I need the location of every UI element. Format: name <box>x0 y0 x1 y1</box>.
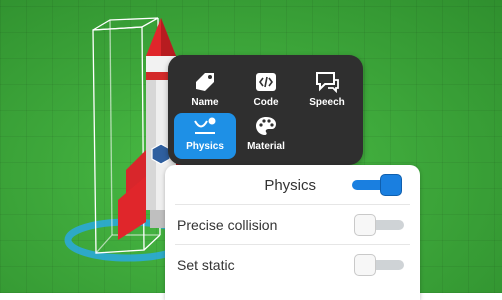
code-icon <box>253 71 279 93</box>
menu-item-label: Name <box>191 97 219 108</box>
panel-header: Physics <box>165 165 420 205</box>
set-static-toggle[interactable] <box>354 254 404 276</box>
precise-collision-row: Precise collision <box>165 205 420 245</box>
context-menu: Name Code Speech Physics Material <box>168 55 363 165</box>
menu-item-code[interactable]: Code <box>235 69 297 115</box>
menu-item-material[interactable]: Material <box>235 113 297 159</box>
menu-item-name[interactable]: Name <box>174 69 236 115</box>
row-label: Precise collision <box>177 217 278 233</box>
panel-title: Physics <box>264 176 316 194</box>
toggle-knob <box>354 214 376 236</box>
physics-toggle[interactable] <box>352 174 402 196</box>
toggle-knob <box>354 254 376 276</box>
menu-item-label: Material <box>247 141 285 152</box>
menu-item-label: Code <box>253 97 279 108</box>
menu-item-label: Speech <box>309 97 345 108</box>
palette-icon <box>253 115 279 137</box>
row-label: Set static <box>177 257 235 273</box>
tag-icon <box>192 71 218 93</box>
toggle-knob <box>380 174 402 196</box>
menu-item-label: Physics <box>186 141 224 152</box>
physics-icon <box>192 115 218 137</box>
set-static-row: Set static <box>165 245 420 285</box>
menu-item-physics[interactable]: Physics <box>174 113 236 159</box>
speech-bubble-icon <box>314 71 340 93</box>
physics-panel: Physics Precise collision Set static <box>165 165 420 300</box>
menu-item-speech[interactable]: Speech <box>296 69 358 115</box>
precise-collision-toggle[interactable] <box>354 214 404 236</box>
